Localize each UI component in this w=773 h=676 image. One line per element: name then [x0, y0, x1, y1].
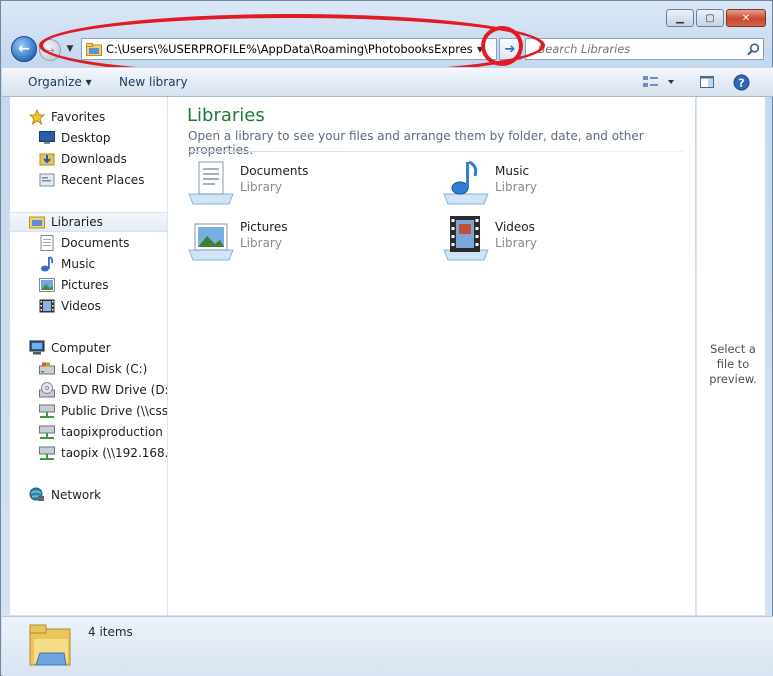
library-tile-videos[interactable]: Videos Library: [442, 214, 682, 264]
sidebar-item-public-drive[interactable]: Public Drive (\\css-s: [39, 401, 168, 421]
sidebar-item-label: Downloads: [61, 152, 127, 166]
local-disk-icon: [39, 361, 55, 377]
sidebar-item-libraries[interactable]: Libraries: [10, 212, 167, 232]
sidebar-item-label: Favorites: [51, 110, 106, 124]
sidebar-item-label: Computer: [51, 341, 111, 355]
page-title: Libraries: [187, 105, 265, 126]
svg-text:?: ?: [738, 77, 744, 90]
network-drive-icon: [39, 403, 55, 419]
computer-icon: [29, 340, 45, 356]
address-path-text[interactable]: C:\Users\%USERPROFILE%\AppData\Roaming\P…: [106, 42, 473, 56]
sidebar-item-music[interactable]: Music: [39, 254, 167, 274]
sidebar-item-downloads[interactable]: Downloads: [39, 149, 167, 169]
go-button[interactable]: ➔: [499, 38, 521, 60]
sidebar-item-favorites[interactable]: Favorites: [29, 107, 167, 127]
sidebar-item-label: taopixproduction (\\: [61, 425, 168, 439]
recent-places-icon: [39, 172, 55, 188]
dvd-drive-icon: [39, 382, 55, 398]
network-drive-icon: [39, 445, 55, 461]
music-library-icon: [442, 158, 490, 206]
library-tile-pictures[interactable]: Pictures Library: [187, 214, 427, 264]
sidebar-item-label: Local Disk (C:): [61, 362, 148, 376]
preview-placeholder-text: Select a file to preview.: [709, 342, 757, 386]
library-name: Music: [495, 164, 530, 178]
network-drive-icon: [39, 424, 55, 440]
minimize-button[interactable]: ▁: [666, 9, 694, 27]
sidebar-item-label: Desktop: [61, 131, 111, 145]
sidebar-item-label: Documents: [61, 236, 130, 250]
help-icon[interactable]: ?: [733, 74, 750, 94]
command-toolbar: Organize ▾ New library ?: [2, 67, 773, 97]
item-count: 4 items: [88, 625, 133, 639]
preview-pane-icon[interactable]: [699, 74, 715, 93]
details-pane: 4 items: [2, 616, 773, 676]
library-folder-icon: [86, 42, 102, 56]
pictures-icon: [39, 277, 55, 293]
organize-menu-button[interactable]: Organize ▾: [28, 75, 92, 89]
search-box[interactable]: [525, 38, 764, 60]
library-tile-documents[interactable]: Documents Library: [187, 158, 427, 208]
videos-library-icon: [442, 214, 490, 262]
pictures-library-icon: [187, 214, 235, 262]
sidebar-item-documents[interactable]: Documents: [39, 233, 167, 253]
sidebar-item-label: taopix (\\192.168.0.7: [61, 446, 167, 460]
sidebar-item-label: DVD RW Drive (D:) C: [61, 383, 167, 397]
preview-pane: Select a file to preview.: [696, 97, 765, 615]
sidebar-item-label: Videos: [61, 299, 101, 313]
documents-icon: [39, 235, 55, 251]
explorer-window: ▁ ▢ ✕ ← → ▼ C:\Users\%USERPROFILE%\AppDa…: [0, 0, 773, 676]
library-type: Library: [495, 236, 537, 250]
library-type: Library: [240, 236, 282, 250]
sidebar-item-taopix[interactable]: taopix (\\192.168.0.7: [39, 443, 167, 463]
sidebar-item-computer[interactable]: Computer: [29, 338, 167, 358]
desktop-icon: [39, 130, 55, 146]
library-tile-music[interactable]: Music Library: [442, 158, 682, 208]
music-note-icon: [39, 256, 55, 272]
new-library-button[interactable]: New library: [119, 75, 188, 89]
header-divider: [188, 151, 684, 152]
navigation-bar: ← → ▼ C:\Users\%USERPROFILE%\AppData\Roa…: [11, 35, 764, 63]
sidebar-item-label: Public Drive (\\css-s: [61, 404, 168, 418]
sidebar-item-videos[interactable]: Videos: [39, 296, 167, 316]
libraries-folder-icon: [28, 621, 76, 669]
back-button[interactable]: ←: [11, 36, 37, 62]
sidebar-item-local-disk[interactable]: Local Disk (C:): [39, 359, 167, 379]
page-subtitle: Open a library to see your files and arr…: [188, 129, 644, 157]
sidebar-item-label: Pictures: [61, 278, 109, 292]
sidebar-item-label: Recent Places: [61, 173, 145, 187]
sidebar-item-desktop[interactable]: Desktop: [39, 128, 167, 148]
library-type: Library: [495, 180, 537, 194]
sidebar-item-label: Network: [51, 488, 102, 502]
search-input[interactable]: [526, 41, 743, 57]
library-name: Videos: [495, 220, 535, 234]
film-strip-icon: [39, 298, 55, 314]
navigation-pane: Favorites Desktop Downloads Recent Place…: [10, 97, 168, 615]
documents-library-icon: [187, 158, 235, 206]
sidebar-item-recent-places[interactable]: Recent Places: [39, 170, 167, 190]
library-type: Library: [240, 180, 282, 194]
sidebar-item-network[interactable]: Network: [29, 485, 167, 505]
recent-pages-dropdown[interactable]: ▼: [63, 40, 77, 58]
library-name: Documents: [240, 164, 309, 178]
downloads-folder-icon: [39, 151, 55, 167]
change-view-icon[interactable]: [642, 74, 678, 93]
sidebar-item-label: Music: [61, 257, 96, 271]
sidebar-item-dvd-drive[interactable]: DVD RW Drive (D:) C: [39, 380, 167, 400]
sidebar-item-pictures[interactable]: Pictures: [39, 275, 167, 295]
search-icon[interactable]: [743, 42, 763, 56]
libraries-content-pane: Libraries Open a library to see your fil…: [168, 97, 695, 615]
address-dropdown-icon[interactable]: ▼: [473, 45, 487, 54]
caption-buttons: ▁ ▢ ✕: [666, 9, 766, 27]
sidebar-item-label: Libraries: [51, 215, 103, 229]
maximize-button[interactable]: ▢: [696, 9, 724, 27]
sidebar-item-taopixproduction[interactable]: taopixproduction (\\: [39, 422, 168, 442]
address-bar[interactable]: C:\Users\%USERPROFILE%\AppData\Roaming\P…: [81, 38, 497, 60]
close-button[interactable]: ✕: [726, 9, 766, 27]
forward-button[interactable]: →: [39, 39, 61, 61]
library-name: Pictures: [240, 220, 288, 234]
network-icon: [29, 487, 45, 503]
libraries-icon: [29, 214, 45, 230]
star-icon: [29, 109, 45, 125]
